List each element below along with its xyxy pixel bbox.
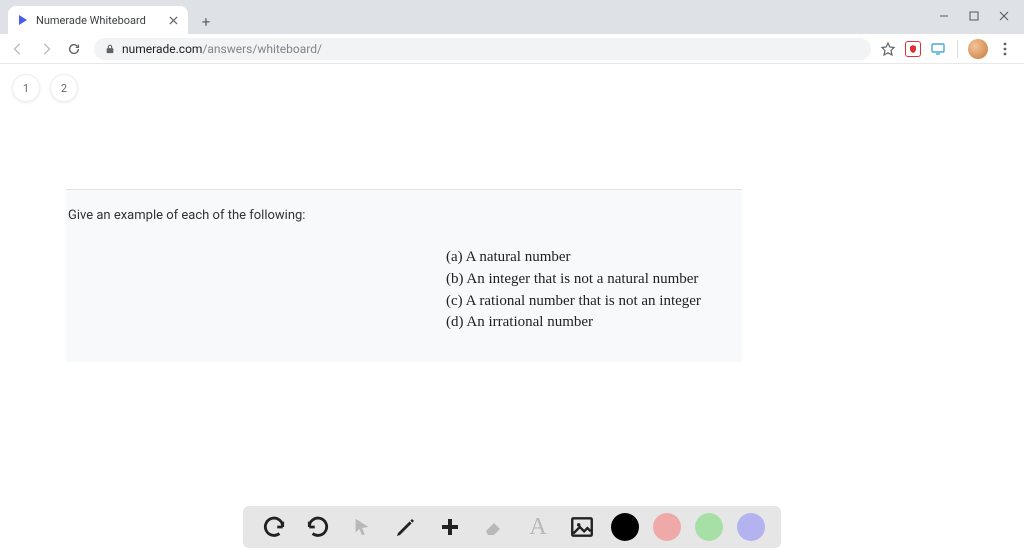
- browser-tabstrip: Numerade Whiteboard +: [0, 4, 1024, 34]
- browser-menu-icon[interactable]: [996, 40, 1014, 58]
- question-item-b: (b) An integer that is not a natural num…: [446, 269, 742, 291]
- whiteboard-tab-2[interactable]: 2: [50, 74, 78, 102]
- whiteboard-tab-1[interactable]: 1: [12, 74, 40, 102]
- text-tool[interactable]: A: [523, 512, 553, 542]
- whiteboard-toolbar: A: [243, 506, 781, 548]
- lock-icon: [104, 43, 116, 55]
- reload-button[interactable]: [62, 37, 86, 61]
- forward-button[interactable]: [34, 37, 58, 61]
- browser-addressbar: numerade.com/answers/whiteboard/: [0, 34, 1024, 64]
- url-path: /answers/whiteboard/: [202, 42, 322, 56]
- add-tool[interactable]: [435, 512, 465, 542]
- question-prompt: Give an example of each of the following…: [66, 208, 742, 247]
- bookmark-star-icon[interactable]: [879, 40, 897, 58]
- window-maximize-icon[interactable]: [968, 10, 980, 22]
- color-swatch-purple[interactable]: [737, 513, 765, 541]
- image-tool[interactable]: [567, 512, 597, 542]
- browser-tab-active[interactable]: Numerade Whiteboard: [8, 6, 188, 34]
- color-swatch-green[interactable]: [695, 513, 723, 541]
- page-content: 1 2 Give an example of each of the follo…: [0, 64, 1024, 554]
- url-domain: numerade.com: [122, 42, 202, 56]
- color-swatch-pink[interactable]: [653, 513, 681, 541]
- question-list: (a) A natural number (b) An integer that…: [66, 247, 742, 334]
- redo-button[interactable]: [303, 512, 333, 542]
- pointer-tool[interactable]: [347, 512, 377, 542]
- question-card: Give an example of each of the following…: [66, 189, 742, 362]
- color-swatch-black[interactable]: [611, 513, 639, 541]
- profile-avatar[interactable]: [968, 39, 988, 59]
- window-close-icon[interactable]: [998, 10, 1010, 22]
- pen-tool[interactable]: [391, 512, 421, 542]
- url-input[interactable]: numerade.com/answers/whiteboard/: [94, 38, 871, 60]
- new-tab-button[interactable]: +: [194, 10, 218, 34]
- question-item-d: (d) An irrational number: [446, 312, 742, 334]
- extension-shield-icon[interactable]: [905, 41, 921, 57]
- eraser-tool[interactable]: [479, 512, 509, 542]
- undo-button[interactable]: [259, 512, 289, 542]
- window-minimize-icon[interactable]: [938, 10, 950, 22]
- tab-close-icon[interactable]: [166, 13, 180, 27]
- back-button[interactable]: [6, 37, 30, 61]
- tab-title: Numerade Whiteboard: [36, 14, 166, 27]
- tab-favicon: [16, 13, 30, 27]
- whiteboard-page-tabs: 1 2: [12, 74, 78, 102]
- question-item-a: (a) A natural number: [446, 247, 742, 269]
- question-item-c: (c) A rational number that is not an int…: [446, 291, 742, 313]
- extension-monitor-icon[interactable]: [929, 40, 947, 58]
